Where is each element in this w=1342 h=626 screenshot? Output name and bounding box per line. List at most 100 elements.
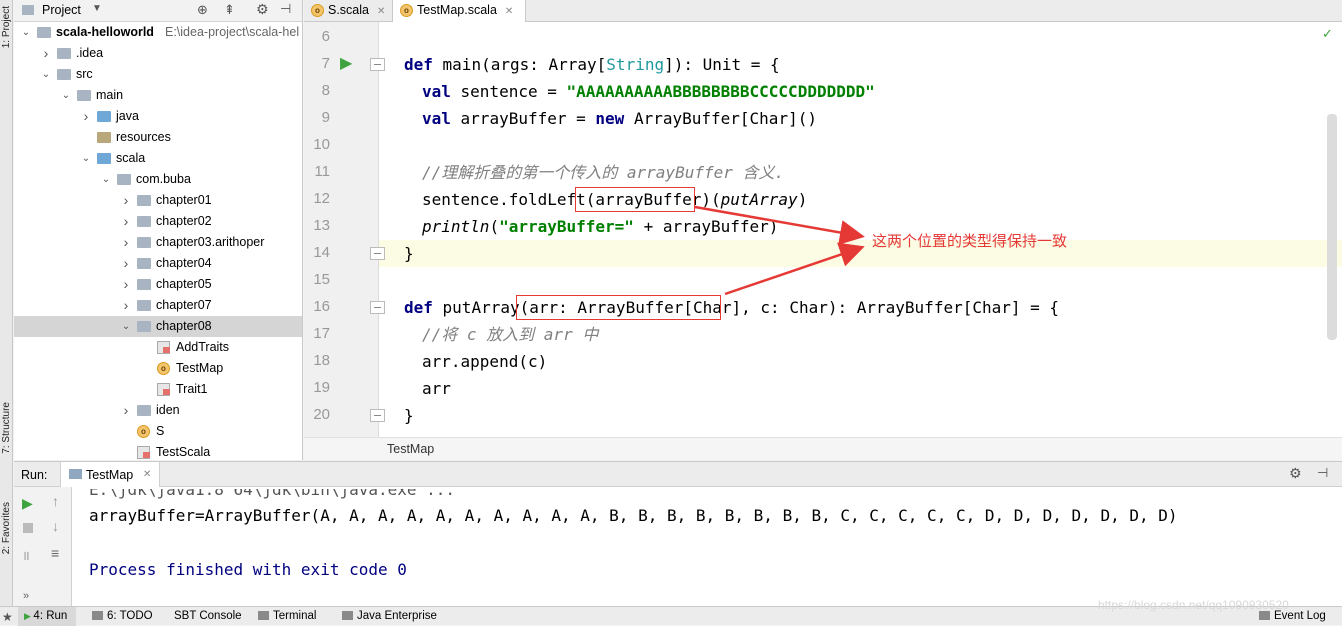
chevron-right-icon[interactable]: › <box>121 232 131 253</box>
tree-item[interactable]: AddTraits <box>14 337 302 358</box>
tree-item-label: main <box>96 88 124 102</box>
tab-s-scala[interactable]: o S.scala ✕ <box>304 0 392 22</box>
chevron-down-icon[interactable]: ⌄ <box>61 85 71 106</box>
tree-item[interactable]: o TestMap <box>14 358 302 379</box>
tool-tab-todo[interactable]: 6: TODO <box>92 607 153 626</box>
fold-marker[interactable] <box>370 58 385 71</box>
fold-marker[interactable] <box>370 301 385 314</box>
close-icon[interactable]: ✕ <box>505 6 513 17</box>
tree-item[interactable]: › chapter04 <box>14 253 302 274</box>
tree-item[interactable]: ⌄ src <box>14 64 302 85</box>
package-icon <box>117 174 131 185</box>
locate-icon[interactable]: ⊕ <box>197 2 208 18</box>
code-line-18: arr.append(c) <box>422 352 548 371</box>
tree-item-label: chapter04 <box>156 256 212 270</box>
tree-item-label: java <box>116 109 139 123</box>
chevron-right-icon[interactable]: › <box>121 253 131 274</box>
folder-icon <box>97 111 111 122</box>
structure-tool-tab[interactable]: 7: Structure <box>0 400 13 480</box>
chevron-down-icon[interactable]: ▼ <box>92 3 102 14</box>
tree-item[interactable]: › java <box>14 106 302 127</box>
project-panel: Project ▼ ⊕ ⇞ ⚙ ⊣ ⌄ scala-helloworld E:\id… <box>14 0 303 460</box>
tree-item[interactable]: resources <box>14 127 302 148</box>
tree-item[interactable]: › chapter07 <box>14 295 302 316</box>
tree-item-label: .idea <box>76 46 104 60</box>
tree-item[interactable]: › .idea <box>14 43 302 64</box>
arrow-up-icon[interactable]: ↑ <box>52 493 59 509</box>
tool-tab-java-enterprise[interactable]: Java Enterprise <box>342 607 437 626</box>
rerun-icon[interactable]: ▶ <box>22 495 33 512</box>
tree-item[interactable]: TestScala <box>14 442 302 460</box>
project-folder-icon <box>22 5 34 15</box>
tree-item-path: E:\idea-project\scala-hel <box>165 25 300 39</box>
tool-tab-sbt-console[interactable]: SBT Console <box>174 607 242 626</box>
pause-icon[interactable]: ॥ <box>22 546 30 564</box>
stop-icon[interactable] <box>23 523 33 533</box>
tree-item[interactable]: Trait1 <box>14 379 302 400</box>
chevron-right-icon[interactable]: › <box>121 400 131 421</box>
fold-marker[interactable] <box>370 247 385 260</box>
gear-icon[interactable]: ⚙ <box>256 1 269 18</box>
editor-scrollbar[interactable] <box>1327 114 1337 340</box>
code-line-11: //理解折叠的第一个传入的 arrayBuffer 含义. <box>422 163 785 182</box>
tree-item[interactable]: › iden <box>14 400 302 421</box>
tree-item-label: chapter03.arithoper <box>156 235 265 249</box>
tree-item[interactable]: › chapter02 <box>14 211 302 232</box>
project-view-label[interactable]: Project <box>42 3 81 17</box>
tree-item[interactable]: ⌄ main <box>14 85 302 106</box>
chevron-down-icon[interactable]: ⌄ <box>21 22 31 43</box>
chevron-down-icon[interactable]: ⌄ <box>121 316 131 337</box>
breadcrumb-item[interactable]: TestMap <box>387 442 434 456</box>
tree-item[interactable]: oS <box>14 421 302 442</box>
project-tool-tab[interactable]: 1: Project <box>0 4 13 84</box>
chevron-right-icon[interactable]: › <box>121 274 131 295</box>
folder-icon <box>77 90 91 101</box>
line-number: 6 <box>321 28 330 45</box>
chevron-right-icon[interactable]: › <box>41 43 51 64</box>
line-number: 17 <box>313 325 330 342</box>
arrow-down-icon[interactable]: ↓ <box>52 518 59 534</box>
package-icon <box>137 405 151 416</box>
package-icon <box>137 321 151 332</box>
tree-item[interactable]: ⌄ com.buba <box>14 169 302 190</box>
chevron-down-icon[interactable]: ⌄ <box>101 169 111 190</box>
more-icon[interactable]: » <box>23 590 29 602</box>
tree-item[interactable]: ⌄ scala-helloworld E:\idea-project\scala-h… <box>14 22 302 43</box>
hide-panel-icon[interactable]: ⊣ <box>1317 465 1328 481</box>
chevron-right-icon[interactable]: › <box>81 106 91 127</box>
package-icon <box>137 216 151 227</box>
chevron-right-icon[interactable]: › <box>121 211 131 232</box>
run-tab-testmap[interactable]: TestMap ✕ <box>60 462 160 487</box>
tree-item[interactable]: ⌄ chapter08 <box>14 316 302 337</box>
chevron-right-icon[interactable]: › <box>121 190 131 211</box>
tab-testmap-scala[interactable]: o TestMap.scala ✕ <box>392 0 526 22</box>
code-line-17: //将 c 放入到 arr 中 <box>422 325 599 344</box>
chevron-right-icon[interactable]: › <box>121 295 131 316</box>
tree-item[interactable]: › chapter03.arithoper <box>14 232 302 253</box>
tree-item-label: scala-helloworld <box>56 25 154 39</box>
soft-wrap-icon[interactable]: ≡ <box>51 545 59 561</box>
hide-panel-icon[interactable]: ⊣ <box>280 1 291 17</box>
tool-tab-terminal[interactable]: Terminal <box>258 607 316 626</box>
close-icon[interactable]: ✕ <box>377 6 385 17</box>
todo-icon <box>92 611 103 621</box>
chevron-down-icon[interactable]: ⌄ <box>41 64 51 85</box>
tree-item[interactable]: › chapter05 <box>14 274 302 295</box>
left-tool-strip: 1: Project 7: Structure 2: Favorites <box>0 0 13 606</box>
chevron-down-icon[interactable]: ⌄ <box>81 148 91 169</box>
breadcrumb: TestMap <box>304 437 1342 460</box>
close-icon[interactable]: ✕ <box>143 469 151 480</box>
gear-icon[interactable]: ⚙ <box>1289 465 1302 482</box>
run-panel: Run: TestMap ✕ ⚙ ⊣ ▶ ↑ ↓ ॥ ≡ » E:\jdk\ja… <box>14 461 1342 607</box>
tree-item-label: TestScala <box>156 445 211 459</box>
tree-item[interactable]: ⌄ scala <box>14 148 302 169</box>
favorites-tool-tab[interactable]: 2: Favorites <box>0 500 13 580</box>
tool-tab-run[interactable]: ▶ 4: Run <box>18 607 76 626</box>
collapse-all-icon[interactable]: ⇞ <box>224 2 235 18</box>
fold-marker[interactable] <box>370 409 385 422</box>
package-icon <box>137 258 151 269</box>
run-gutter-icon[interactable]: ▶ <box>340 53 352 73</box>
tree-item-label: chapter05 <box>156 277 212 291</box>
folder-icon <box>57 48 71 59</box>
tree-item[interactable]: › chapter01 <box>14 190 302 211</box>
